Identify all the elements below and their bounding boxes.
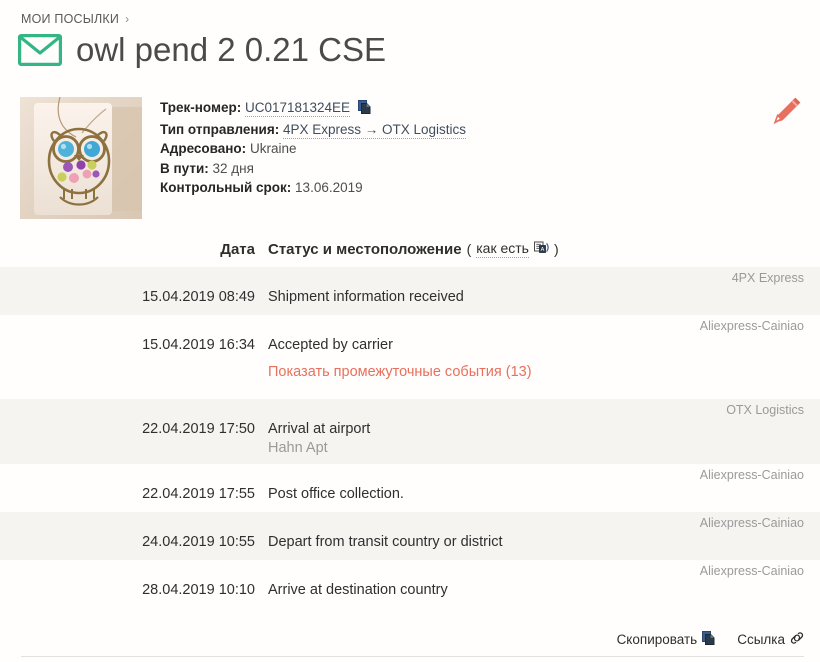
info-row-in-transit: В пути: 32 дня: [160, 159, 466, 179]
copy-icon[interactable]: [357, 100, 371, 120]
link-button[interactable]: Ссылка: [737, 631, 804, 648]
deadline-value: 13.06.2019: [295, 180, 363, 195]
info-label: Контрольный срок:: [160, 180, 292, 195]
as-is-link[interactable]: как есть: [476, 240, 529, 258]
row-date: 24.04.2019 10:55: [142, 534, 255, 550]
tracking-number-value[interactable]: UC017181324EE: [244, 100, 351, 117]
breadcrumb: МОИ ПОСЫЛКИ ›: [21, 12, 129, 26]
paren-open: (: [466, 241, 472, 257]
table-row[interactable]: Aliexpress-Cainiao 22.04.2019 17:55 Post…: [0, 464, 820, 512]
page-title: owl pend 2 0.21 CSE: [76, 31, 387, 68]
table-row[interactable]: 4PX Express 15.04.2019 08:49 Shipment in…: [0, 267, 820, 315]
row-date: 22.04.2019 17:55: [142, 486, 255, 502]
info-row-shipment-type: Тип отправления: 4PX Express → OTX Logis…: [160, 120, 467, 140]
info-label: Адресовано:: [160, 141, 247, 156]
column-header-date: Дата: [220, 240, 255, 258]
info-row-tracking-number: Трек-номер: UC017181324EE: [160, 98, 466, 120]
info-label: Трек-номер:: [160, 100, 242, 115]
envelope-icon: [18, 33, 62, 66]
table-row[interactable]: Aliexpress-Cainiao 24.04.2019 10:55 Depa…: [0, 512, 820, 560]
row-carrier: Aliexpress-Cainiao: [699, 564, 804, 578]
info-row-destination: Адресовано: Ukraine: [160, 139, 466, 159]
page-title-row: owl pend 2 0.21 CSE: [18, 33, 386, 66]
translate-icon[interactable]: A: [533, 240, 549, 258]
row-date: 28.04.2019 10:10: [142, 582, 255, 598]
column-header-status-label: Статус и местоположение: [268, 240, 462, 258]
events-table-header: Дата Статус и местоположение ( как есть …: [0, 240, 820, 267]
table-row[interactable]: OTX Logistics 22.04.2019 17:50 Arrival a…: [0, 399, 820, 464]
info-row-deadline: Контрольный срок: 13.06.2019: [160, 178, 466, 198]
row-status: Arrive at destination country: [255, 582, 820, 598]
copy-button[interactable]: Скопировать: [617, 631, 716, 648]
table-row[interactable]: Aliexpress-Cainiao 28.04.2019 10:10 Arri…: [0, 560, 820, 608]
events-table: Дата Статус и местоположение ( как есть …: [0, 240, 820, 608]
info-label: Тип отправления:: [160, 121, 280, 137]
row-status: Post office collection.: [255, 486, 820, 502]
breadcrumb-separator: ›: [125, 12, 130, 26]
row-date: 15.04.2019 16:34: [142, 337, 255, 353]
table-row[interactable]: Aliexpress-Cainiao 15.04.2019 16:34 Acce…: [0, 315, 820, 363]
parcel-thumbnail[interactable]: [20, 97, 142, 219]
row-carrier: Aliexpress-Cainiao: [699, 516, 804, 530]
row-status-text: Accepted by carrier: [268, 337, 393, 353]
footer-actions: Скопировать Ссылка: [21, 631, 804, 657]
row-carrier: 4PX Express: [731, 271, 804, 285]
link-button-label: Ссылка: [737, 632, 785, 647]
in-transit-value: 32 дня: [212, 160, 254, 176]
expand-intermediate-events-link[interactable]: Показать промежуточные события (13): [268, 364, 532, 380]
row-carrier: Aliexpress-Cainiao: [699, 468, 804, 482]
pencil-icon: [769, 97, 803, 132]
row-status-sublocation: Hahn Apt: [268, 440, 328, 456]
row-status-text: Post office collection.: [268, 486, 404, 502]
info-label: В пути:: [160, 160, 209, 176]
as-is-group: ( как есть A ): [467, 240, 559, 258]
parcel-info: Трек-номер: UC017181324EE Тип отправлени…: [160, 98, 467, 198]
row-status-text: Depart from transit country or district: [268, 534, 503, 550]
row-carrier: OTX Logistics: [726, 403, 804, 417]
row-status: Accepted by carrier: [255, 337, 820, 353]
expand-intermediate-events-row: Показать промежуточные события (13): [0, 363, 820, 399]
row-status: Depart from transit country or district: [255, 534, 820, 550]
breadcrumb-item-my-parcels[interactable]: МОИ ПОСЫЛКИ: [21, 12, 119, 26]
shipment-type-value[interactable]: 4PX Express → OTX Logistics: [283, 121, 467, 139]
svg-text:A: A: [541, 247, 545, 253]
link-icon: [790, 631, 804, 648]
copy-icon: [702, 631, 715, 648]
row-date: 15.04.2019 08:49: [142, 289, 255, 305]
copy-button-label: Скопировать: [616, 632, 698, 647]
row-status: Arrival at airport Hahn Apt: [255, 421, 820, 456]
column-header-status: Статус и местоположение ( как есть A ): [255, 240, 559, 258]
row-status-text: Arrive at destination country: [268, 582, 448, 598]
edit-button[interactable]: [769, 95, 803, 129]
row-status-text: Shipment information received: [268, 289, 464, 305]
row-status-text: Arrival at airport: [268, 421, 371, 437]
destination-value: Ukraine: [249, 141, 297, 156]
paren-close: ): [553, 241, 559, 257]
row-carrier: Aliexpress-Cainiao: [699, 319, 804, 333]
row-date: 22.04.2019 17:50: [142, 421, 255, 437]
row-status: Shipment information received: [255, 289, 820, 305]
